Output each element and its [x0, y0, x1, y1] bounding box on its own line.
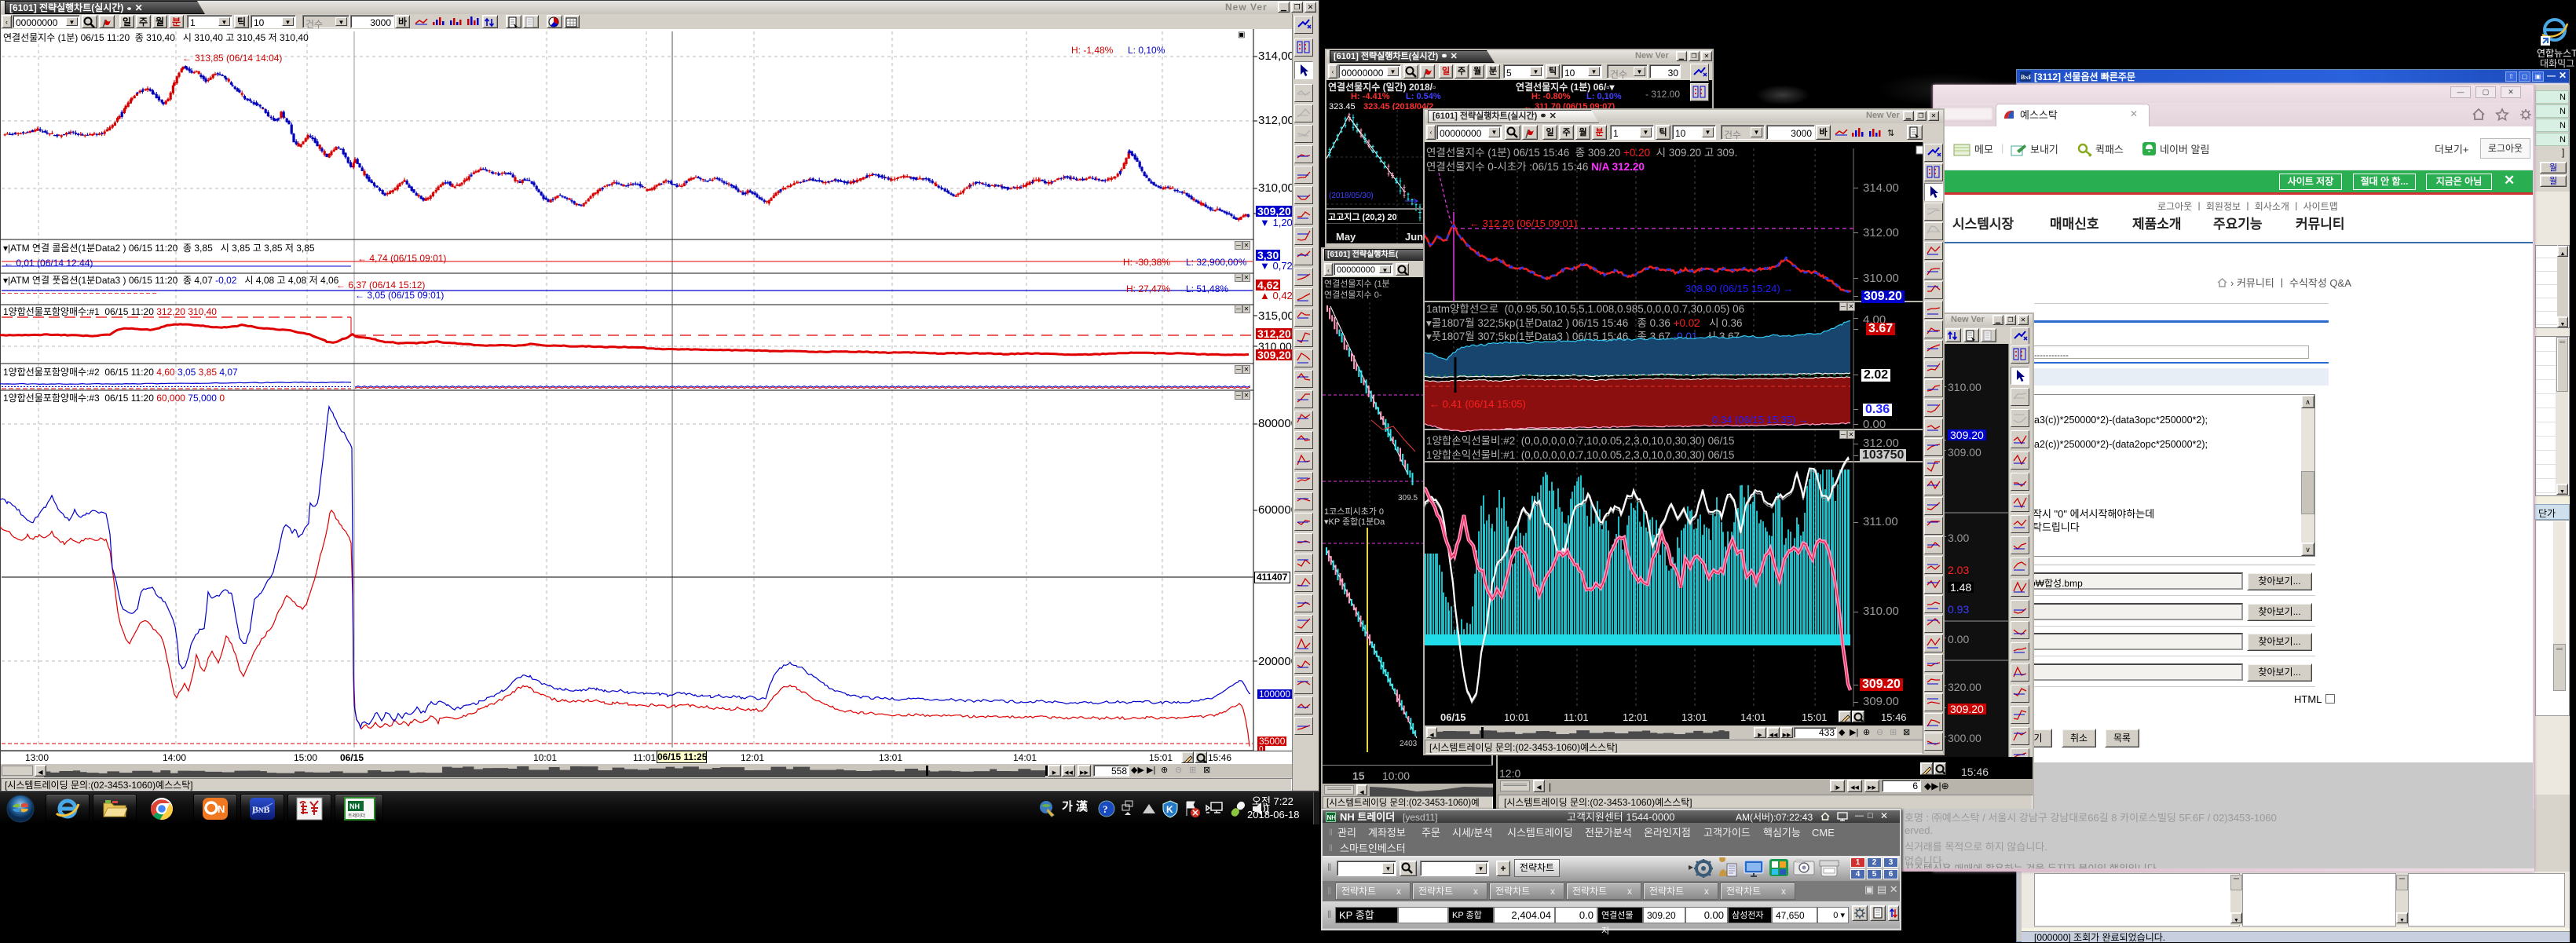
svg-text:308.90 (06/15 15:24) →: 308.90 (06/15 15:24) →	[1685, 283, 1793, 294]
svg-text:?: ?	[1103, 803, 1108, 815]
svg-text:1양합손익선물비:#1 (0,0,0,0,0,0.7,10: 1양합손익선물비:#1 (0,0,0,0,0,0.7,10,0.05,2,3,0…	[1426, 449, 1734, 461]
svg-text:309.5: 309.5	[1398, 494, 1418, 503]
svg-text:13:01: 13:01	[1681, 711, 1707, 723]
svg-text:1atm양합선으로 (0,0.95,50,10,5,5,1: 1atm양합선으로 (0,0.95,50,10,5,5,1.008,0.985,…	[1426, 303, 1744, 315]
svg-text:11:01: 11:01	[1564, 711, 1589, 723]
svg-text:← 312.20 (06/15 09:01): ← 312.20 (06/15 09:01)	[1469, 217, 1577, 229]
svg-text:고고지그 (20,2) 20: 고고지그 (20,2) 20	[1328, 211, 1397, 222]
svg-text:14:01: 14:01	[1740, 711, 1766, 723]
svg-text:May: May	[1336, 231, 1356, 243]
svg-text:트레이더: 트레이더	[348, 813, 365, 819]
svg-text:← 0.41 (06/14 15:05): ← 0.41 (06/14 15:05)	[1429, 398, 1526, 410]
svg-text:K: K	[1166, 804, 1173, 815]
svg-text:NH: NH	[1327, 814, 1337, 821]
svg-text:(2018/05/30): (2018/05/30)	[1329, 192, 1374, 200]
svg-text:2403: 2403	[1400, 740, 1418, 748]
svg-text:연결선물지수 (1분) 06/15 15:46 종 309: 연결선물지수 (1분) 06/15 15:46 종 309.20 +0.20 시…	[1426, 147, 1737, 159]
svg-text:Jun: Jun	[1405, 231, 1423, 243]
svg-text:12:01: 12:01	[1623, 711, 1648, 723]
svg-text:⇅: ⇅	[1887, 129, 1894, 138]
svg-text:0.34 (06/15 15:35) →: 0.34 (06/15 15:35) →	[1712, 414, 1809, 426]
svg-text:15:46: 15:46	[1881, 711, 1907, 723]
svg-text:N: N	[218, 803, 225, 815]
svg-text:▾콜1807월 322;5kp(1분Data2 ) 06/1: ▾콜1807월 322;5kp(1분Data2 ) 06/15 15:46 종 …	[1426, 317, 1743, 329]
svg-text:NH: NH	[349, 802, 360, 810]
svg-text:10:01: 10:01	[1504, 711, 1530, 723]
svg-text:1양합손익선물비:#2 (0,0,0,0,0,0.7,10: 1양합손익선물비:#2 (0,0,0,0,0,0.7,10,0.05,2,3,0…	[1426, 435, 1734, 447]
svg-text:15:01: 15:01	[1802, 711, 1828, 723]
svg-text:연결선물지수 0-시초가 :06/15 15:46 N/A: 연결선물지수 0-시초가 :06/15 15:46 N/A 312.20	[1426, 161, 1645, 173]
svg-text:06/15: 06/15	[1440, 711, 1466, 723]
